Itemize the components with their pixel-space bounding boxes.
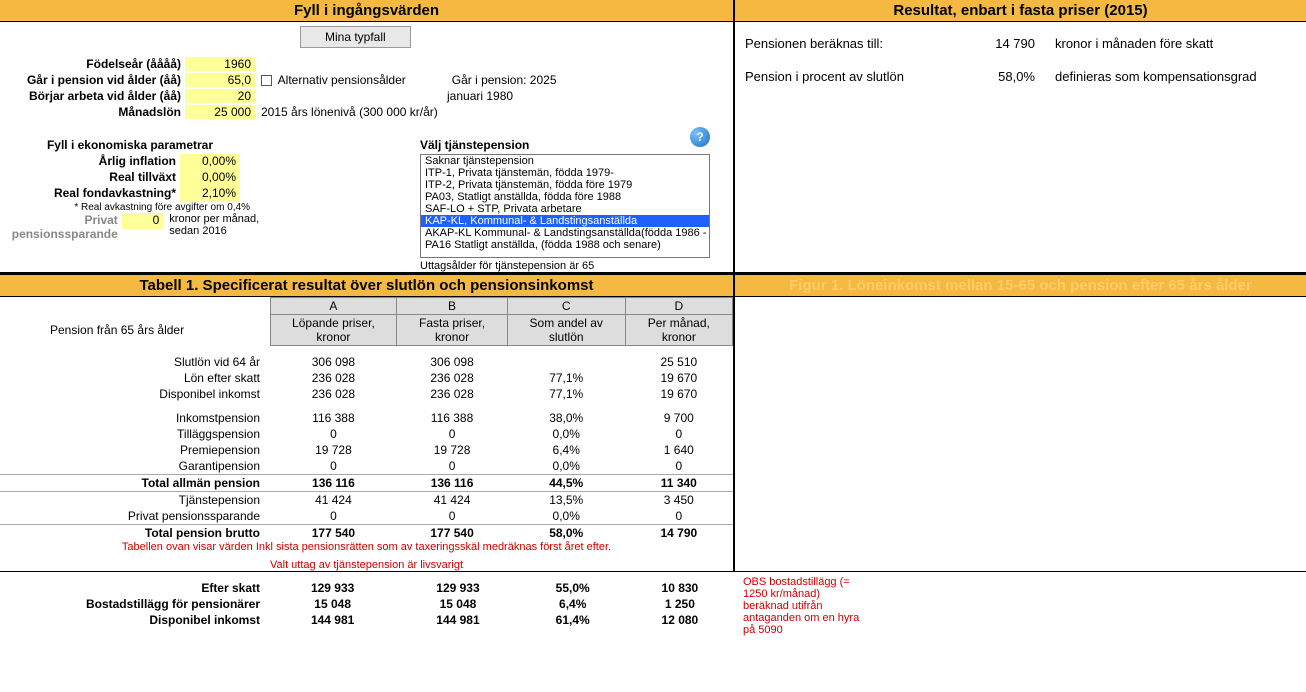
input-private[interactable]: 0 — [122, 213, 163, 229]
table-note1: Tabellen ovan visar värden Inkl sista pe… — [0, 541, 733, 553]
table-row: Tilläggspension000,0%0 — [0, 426, 733, 442]
input-work-age[interactable]: 20 — [185, 89, 255, 103]
header-figure: Figur 1. Löneinkomst mellan 15-65 och pe… — [735, 275, 1306, 297]
listbox-item[interactable]: KAP-KL, Kommunal- & Landstingsanställda — [421, 215, 709, 227]
table-row: Lön efter skatt236 028236 02877,1%19 670 — [0, 370, 733, 386]
label-growth: Real tillväxt — [0, 170, 180, 186]
table-row: Efter skatt129 933129 93355,0%10 830 — [0, 580, 735, 596]
result2-label: Pension i procent av slutlön — [745, 69, 975, 84]
header-params: Fyll i ekonomiska parametrar — [0, 138, 260, 152]
table-row: Inkomstpension116 388116 38838,0%9 700 — [0, 410, 733, 426]
label-alt-age: Alternativ pensionsålder — [278, 73, 406, 87]
listbox-item[interactable]: ITP-2, Privata tjänstemän, födda före 19… — [421, 179, 709, 191]
label-fund: Real fondavkastning* — [0, 186, 180, 202]
listbox-item[interactable]: PA16 Statligt anställda, (födda 1988 och… — [421, 239, 709, 251]
header-results: Resultat, enbart i fasta priser (2015) — [735, 0, 1306, 22]
result2-value: 58,0% — [975, 69, 1055, 84]
result1-label: Pensionen beräknas till: — [745, 36, 975, 51]
input-retire-age[interactable]: 65,0 — [185, 73, 255, 87]
label-private: Privat pensionssparande — [0, 213, 122, 229]
label-retire-year: Går i pension: 2025 — [446, 73, 557, 87]
btn-typfall[interactable]: Mina typfall — [300, 26, 411, 48]
listbox-item[interactable]: AKAP-KL Kommunal- & Landstingsanställda(… — [421, 227, 709, 239]
table-row: Garantipension000,0%0 — [0, 458, 733, 475]
table-row: Disponibel inkomst144 981144 98161,4%12 … — [0, 612, 735, 628]
label-work-start: januari 1980 — [441, 89, 513, 103]
table-row: Total pension brutto177 540177 54058,0%1… — [0, 524, 733, 541]
input-inflation[interactable]: 0,00% — [180, 154, 240, 170]
obs-note: OBS bostadstillägg (= 1250 kr/månad) ber… — [735, 572, 865, 636]
result2-desc: definieras som kompensationsgrad — [1055, 69, 1296, 84]
table-row: Bostadstillägg för pensionärer15 04815 0… — [0, 596, 735, 612]
label-inflation: Årlig inflation — [0, 154, 180, 170]
listbox-item[interactable]: SAF-LO + STP, Privata arbetare — [421, 203, 709, 215]
header-tp: Välj tjänstepension — [420, 138, 529, 152]
table-row: Premiepension19 72819 7286,4%1 640 — [0, 442, 733, 458]
note-tp-age: Uttagsålder för tjänstepension är 65 — [420, 260, 710, 272]
note-private: kronor per månad, sedan 2016 — [163, 213, 270, 229]
listbox-item[interactable]: PA03, Statligt anställda, födda före 198… — [421, 191, 709, 203]
input-salary[interactable]: 25 000 — [185, 105, 255, 119]
header-table: Tabell 1. Specificerat resultat över slu… — [0, 275, 733, 297]
checkbox-alt-age[interactable] — [261, 75, 272, 86]
result1-value: 14 790 — [975, 36, 1055, 51]
input-fund[interactable]: 2,10% — [180, 186, 240, 202]
label-work-age: Börjar arbeta vid ålder (åå) — [0, 89, 185, 103]
label-salary: Månadslön — [0, 105, 185, 119]
bottom-table: Efter skatt129 933129 93355,0%10 830Bost… — [0, 572, 735, 628]
input-birthyear[interactable]: 1960 — [185, 57, 255, 71]
table-row: Tjänstepension41 42441 42413,5%3 450 — [0, 491, 733, 508]
table-row: Slutlön vid 64 år306 098306 09825 510 — [0, 354, 733, 370]
label-retire-age: Går i pension vid ålder (åå) — [0, 73, 185, 87]
label-birthyear: Födelseår (åååå) — [0, 57, 185, 71]
header-inputs: Fyll i ingångsvärden — [0, 0, 733, 22]
input-growth[interactable]: 0,00% — [180, 170, 240, 186]
help-icon[interactable]: ? — [690, 127, 710, 147]
results-table: A B C D Pension från 65 års ålder Löpand… — [0, 297, 733, 541]
table-note2: Valt uttag av tjänstepension är livsvari… — [0, 559, 733, 571]
label-salary-note: 2015 års lönenivå (300 000 kr/år) — [255, 105, 438, 119]
listbox-tp[interactable]: Saknar tjänstepensionITP-1, Privata tjän… — [420, 154, 710, 258]
listbox-item[interactable]: Saknar tjänstepension — [421, 155, 709, 167]
note-fund: * Real avkastning före avgifter om 0,4% — [0, 202, 250, 213]
table-row: Disponibel inkomst236 028236 02877,1%19 … — [0, 386, 733, 402]
listbox-item[interactable]: ITP-1, Privata tjänstemän, födda 1979- — [421, 167, 709, 179]
table-row: Total allmän pension136 116136 11644,5%1… — [0, 474, 733, 491]
result1-desc: kronor i månaden före skatt — [1055, 36, 1296, 51]
table-row: Privat pensionssparande000,0%0 — [0, 508, 733, 525]
